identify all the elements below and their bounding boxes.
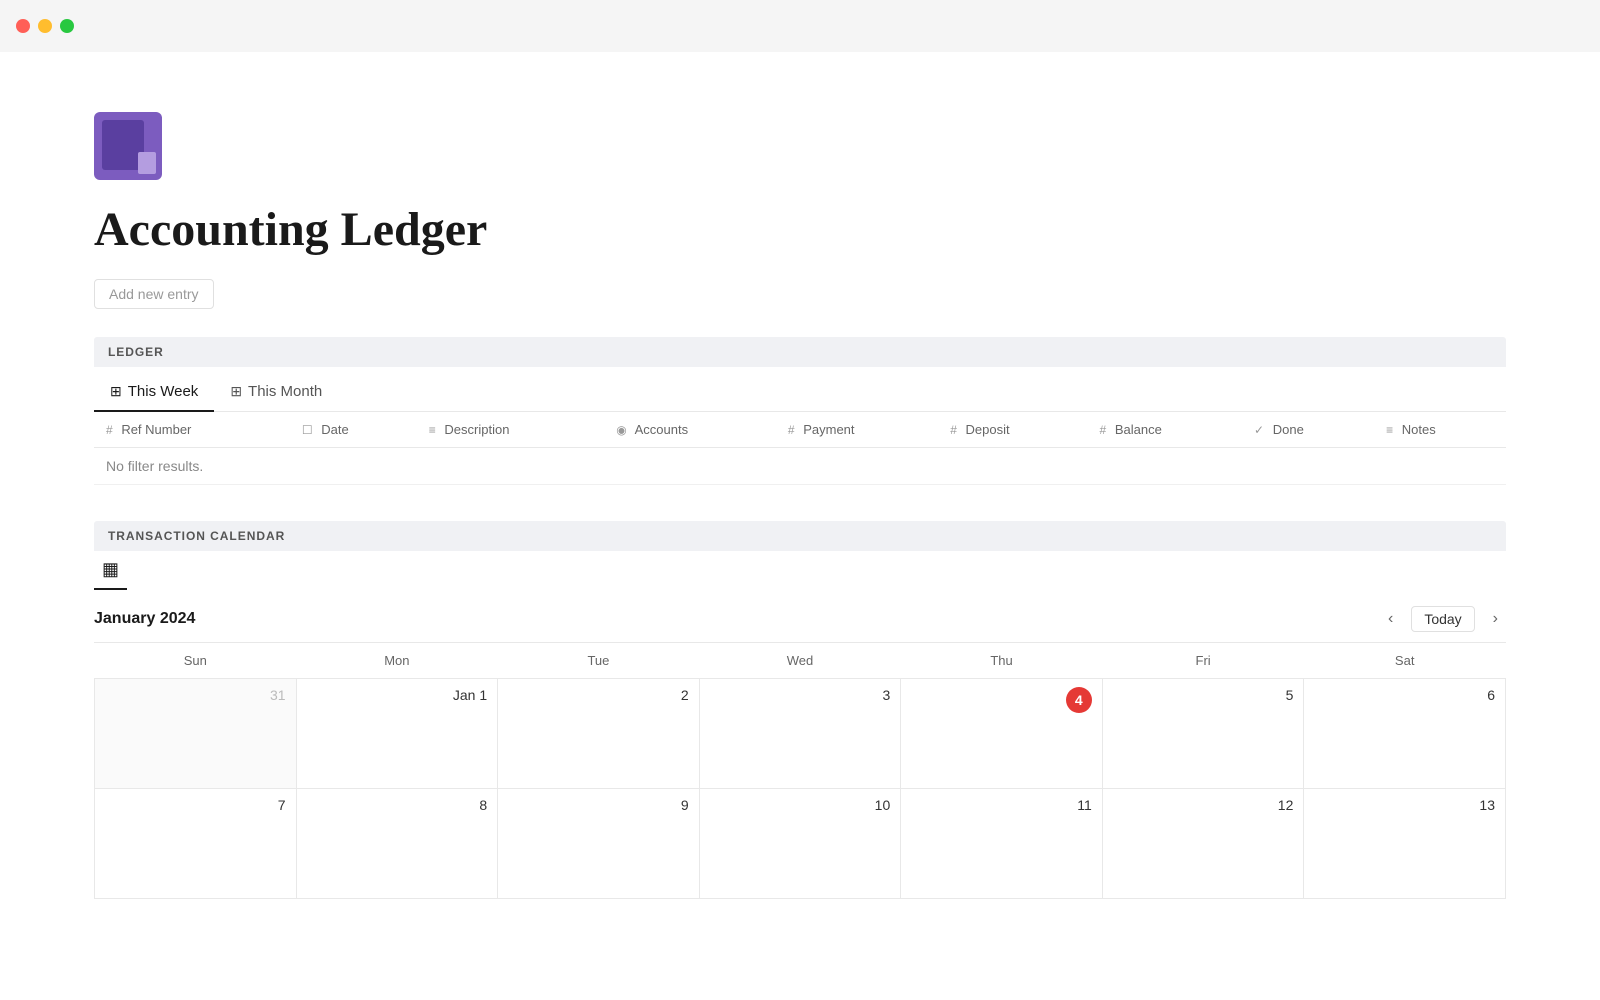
today-date-number: 4 <box>1066 687 1092 713</box>
calendar-section-header: TRANSACTION CALENDAR <box>94 521 1506 551</box>
date-number: 7 <box>105 797 286 813</box>
date-number: 5 <box>1113 687 1294 703</box>
calendar-day-dec31[interactable]: 31 <box>95 679 297 789</box>
hash-icon-3: # <box>950 423 957 437</box>
col-ref-number[interactable]: # Ref Number <box>94 412 290 448</box>
calendar-navigation: ‹ Today › <box>1380 606 1506 632</box>
calendar-day-jan10[interactable]: 10 <box>699 789 901 899</box>
date-number: 6 <box>1314 687 1495 703</box>
calendar-day-jan13[interactable]: 13 <box>1304 789 1506 899</box>
table-icon: ⊞ <box>110 383 122 400</box>
today-button[interactable]: Today <box>1411 606 1474 632</box>
calendar-view-tab[interactable]: ▦ <box>94 551 127 590</box>
date-number: 3 <box>710 687 891 703</box>
calendar-header: January 2024 ‹ Today › <box>94 590 1506 643</box>
col-date[interactable]: ☐ Date <box>290 412 417 448</box>
calendar-day-jan2[interactable]: 2 <box>498 679 700 789</box>
date-number: 13 <box>1314 797 1495 813</box>
calendar-day-jan6[interactable]: 6 <box>1304 679 1506 789</box>
col-balance[interactable]: # Balance <box>1088 412 1243 448</box>
date-number: 31 <box>105 687 286 703</box>
ledger-tabs: ⊞ This Week ⊞ This Month <box>94 367 1506 412</box>
calendar-week-1: 31 Jan 1 2 3 4 <box>95 679 1506 789</box>
date-number-jan1: Jan 1 <box>307 687 488 703</box>
date-number: 9 <box>508 797 689 813</box>
calendar-day-jan5[interactable]: 5 <box>1102 679 1304 789</box>
day-sun: Sun <box>95 643 297 679</box>
date-number: 12 <box>1113 797 1294 813</box>
list-icon: ≡ <box>429 423 436 437</box>
calendar-day-jan12[interactable]: 12 <box>1102 789 1304 899</box>
day-fri: Fri <box>1102 643 1304 679</box>
hash-icon-4: # <box>1100 423 1107 437</box>
date-number: 10 <box>710 797 891 813</box>
calendar-day-jan4[interactable]: 4 <box>901 679 1103 789</box>
hash-icon: # <box>106 423 113 437</box>
calendar-icon: ☐ <box>302 423 313 437</box>
calendar-tab-icon: ▦ <box>94 559 127 588</box>
calendar-grid: Sun Mon Tue Wed Thu Fri Sat 31 <box>94 643 1506 899</box>
col-description[interactable]: ≡ Description <box>417 412 604 448</box>
col-done[interactable]: ✓ Done <box>1242 412 1374 448</box>
calendar-section: TRANSACTION CALENDAR ▦ January 2024 ‹ To… <box>94 521 1506 899</box>
title-bar <box>0 0 1600 52</box>
next-month-button[interactable]: › <box>1485 606 1506 632</box>
maximize-button[interactable] <box>60 19 74 33</box>
calendar-day-jan1[interactable]: Jan 1 <box>296 679 498 789</box>
prev-month-button[interactable]: ‹ <box>1380 606 1401 632</box>
col-deposit[interactable]: # Deposit <box>938 412 1087 448</box>
date-number: 8 <box>307 797 488 813</box>
calendar-week-2: 7 8 9 10 11 12 <box>95 789 1506 899</box>
calendar-day-jan11[interactable]: 11 <box>901 789 1103 899</box>
table-icon-2: ⊞ <box>230 383 242 400</box>
day-tue: Tue <box>498 643 700 679</box>
col-notes[interactable]: ≡ Notes <box>1374 412 1506 448</box>
calendar-day-jan7[interactable]: 7 <box>95 789 297 899</box>
hash-icon-2: # <box>788 423 795 437</box>
col-accounts[interactable]: ◉ Accounts <box>604 412 776 448</box>
calendar-day-jan3[interactable]: 3 <box>699 679 901 789</box>
page-title: Accounting Ledger <box>94 202 1506 257</box>
day-thu: Thu <box>901 643 1103 679</box>
main-content: Accounting Ledger Add new entry LEDGER ⊞… <box>0 52 1600 939</box>
ledger-section: LEDGER ⊞ This Week ⊞ This Month # Ref Nu… <box>94 337 1506 485</box>
minimize-button[interactable] <box>38 19 52 33</box>
day-mon: Mon <box>296 643 498 679</box>
close-button[interactable] <box>16 19 30 33</box>
page-icon <box>94 112 162 180</box>
calendar-month-title: January 2024 <box>94 610 195 628</box>
calendar-day-jan8[interactable]: 8 <box>296 789 498 899</box>
check-icon: ✓ <box>1254 423 1264 437</box>
no-results-text: No filter results. <box>94 448 1506 485</box>
tab-this-week[interactable]: ⊞ This Week <box>94 375 214 412</box>
person-icon: ◉ <box>616 423 626 437</box>
tab-this-month[interactable]: ⊞ This Month <box>214 375 338 412</box>
col-payment[interactable]: # Payment <box>776 412 938 448</box>
date-number: 11 <box>911 797 1092 813</box>
calendar-day-jan9[interactable]: 9 <box>498 789 700 899</box>
date-number: 2 <box>508 687 689 703</box>
ledger-table: # Ref Number ☐ Date ≡ Description ◉ Acco… <box>94 412 1506 485</box>
lines-icon: ≡ <box>1386 423 1393 437</box>
add-entry-button[interactable]: Add new entry <box>94 279 214 309</box>
ledger-section-header: LEDGER <box>94 337 1506 367</box>
day-sat: Sat <box>1304 643 1506 679</box>
day-wed: Wed <box>699 643 901 679</box>
